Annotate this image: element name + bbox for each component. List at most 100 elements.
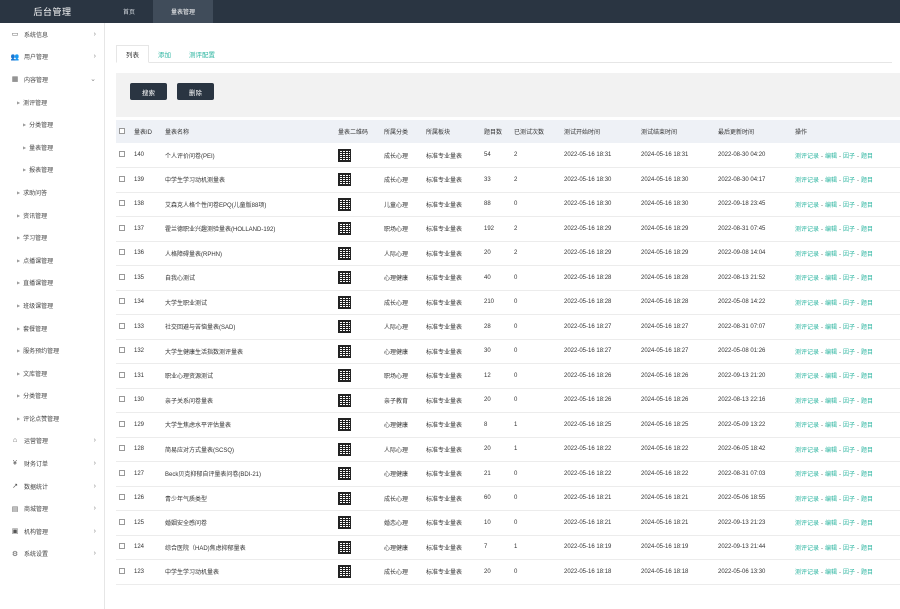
select-all-checkbox[interactable] [119, 127, 125, 134]
qr-code-icon[interactable] [338, 295, 351, 309]
sidebar-item-bottom-3[interactable]: ▤ 商城管理 › [0, 497, 104, 520]
questions-link[interactable]: 题目 [861, 472, 873, 478]
edit-link[interactable]: 编辑 [825, 154, 837, 160]
sidebar-item-bottom-0[interactable]: ⌂ 运营管理 › [0, 430, 104, 453]
sidebar-subitem-5[interactable]: ▶ 资讯管理 [0, 204, 104, 227]
sidebar-subitem-7[interactable]: ▶ 点播课管理 [0, 249, 104, 272]
factor-link[interactable]: 因子 [843, 521, 855, 527]
sidebar-subitem-14[interactable]: ▶ 评论点赞管理 [0, 407, 104, 430]
questions-link[interactable]: 题目 [861, 570, 873, 576]
row-checkbox[interactable] [119, 298, 125, 305]
questions-link[interactable]: 题目 [861, 276, 873, 282]
qr-code-icon[interactable] [338, 467, 351, 481]
questions-link[interactable]: 题目 [861, 399, 873, 405]
sidebar-subitem-10[interactable]: ▶ 套餐管理 [0, 317, 104, 340]
qr-code-icon[interactable] [338, 197, 351, 211]
qr-code-icon[interactable] [338, 442, 351, 456]
edit-link[interactable]: 编辑 [825, 178, 837, 184]
qr-code-icon[interactable] [338, 491, 351, 505]
sidebar-item-bottom-1[interactable]: ¥ 财务订单 › [0, 452, 104, 475]
sidebar-subitem-9[interactable]: ▶ 班级课管理 [0, 294, 104, 317]
sidebar-subitem-12[interactable]: ▶ 文库管理 [0, 362, 104, 385]
sidebar-subitem-13[interactable]: ▶ 分类管理 [0, 385, 104, 408]
row-checkbox[interactable] [119, 494, 125, 501]
questions-link[interactable]: 题目 [861, 227, 873, 233]
factor-link[interactable]: 因子 [843, 178, 855, 184]
factor-link[interactable]: 因子 [843, 423, 855, 429]
test-records-link[interactable]: 测评记录 [795, 154, 819, 160]
row-checkbox[interactable] [119, 200, 125, 207]
row-checkbox[interactable] [119, 175, 125, 182]
row-checkbox[interactable] [119, 273, 125, 280]
questions-link[interactable]: 题目 [861, 546, 873, 552]
edit-link[interactable]: 编辑 [825, 472, 837, 478]
test-records-link[interactable]: 测评记录 [795, 203, 819, 209]
qr-code-icon[interactable] [338, 344, 351, 358]
test-records-link[interactable]: 测评记录 [795, 448, 819, 454]
questions-link[interactable]: 题目 [861, 154, 873, 160]
qr-code-icon[interactable] [338, 418, 351, 432]
factor-link[interactable]: 因子 [843, 472, 855, 478]
questions-link[interactable]: 题目 [861, 423, 873, 429]
row-checkbox[interactable] [119, 445, 125, 452]
sidebar-subitem-0[interactable]: ▶ 测评管理 [0, 91, 104, 114]
sidebar-item-bottom-2[interactable]: ↗ 数据统计 › [0, 475, 104, 498]
row-checkbox[interactable] [119, 371, 125, 378]
factor-link[interactable]: 因子 [843, 399, 855, 405]
row-checkbox[interactable] [119, 151, 125, 157]
edit-link[interactable]: 编辑 [825, 227, 837, 233]
delete-button[interactable]: 删除 [177, 83, 214, 100]
edit-link[interactable]: 编辑 [825, 276, 837, 282]
row-checkbox[interactable] [119, 518, 125, 525]
factor-link[interactable]: 因子 [843, 252, 855, 258]
row-checkbox[interactable] [119, 224, 125, 231]
row-checkbox[interactable] [119, 347, 125, 354]
factor-link[interactable]: 因子 [843, 497, 855, 503]
test-records-link[interactable]: 测评记录 [795, 350, 819, 356]
row-checkbox[interactable] [119, 567, 125, 574]
edit-link[interactable]: 编辑 [825, 301, 837, 307]
test-records-link[interactable]: 测评记录 [795, 399, 819, 405]
top-tab-scale-management[interactable]: 量表管理 [153, 0, 214, 23]
edit-link[interactable]: 编辑 [825, 252, 837, 258]
sidebar-subitem-4[interactable]: ▶ 求助问答 [0, 181, 104, 204]
edit-link[interactable]: 编辑 [825, 203, 837, 209]
row-checkbox[interactable] [119, 420, 125, 427]
factor-link[interactable]: 因子 [843, 301, 855, 307]
sidebar-subitem-11[interactable]: ▶ 服务预约管理 [0, 339, 104, 362]
test-records-link[interactable]: 测评记录 [795, 301, 819, 307]
test-records-link[interactable]: 测评记录 [795, 521, 819, 527]
factor-link[interactable]: 因子 [843, 350, 855, 356]
test-records-link[interactable]: 测评记录 [795, 497, 819, 503]
row-checkbox[interactable] [119, 469, 125, 476]
sidebar-item-top-1[interactable]: 👥 用户管理 › [0, 46, 104, 69]
sidebar-subitem-3[interactable]: ▶ 报表管理 [0, 159, 104, 182]
test-records-link[interactable]: 测评记录 [795, 546, 819, 552]
row-checkbox[interactable] [119, 396, 125, 403]
test-records-link[interactable]: 测评记录 [795, 252, 819, 258]
edit-link[interactable]: 编辑 [825, 350, 837, 356]
test-records-link[interactable]: 测评记录 [795, 423, 819, 429]
questions-link[interactable]: 题目 [861, 301, 873, 307]
test-records-link[interactable]: 测评记录 [795, 227, 819, 233]
sidebar-subitem-6[interactable]: ▶ 学习管理 [0, 226, 104, 249]
factor-link[interactable]: 因子 [843, 570, 855, 576]
test-records-link[interactable]: 测评记录 [795, 570, 819, 576]
edit-link[interactable]: 编辑 [825, 325, 837, 331]
sidebar-item-bottom-5[interactable]: ⚙ 系统设置 › [0, 543, 104, 566]
tab-add[interactable]: 添加 [149, 45, 180, 62]
qr-code-icon[interactable] [338, 148, 351, 162]
sidebar-subitem-8[interactable]: ▶ 直播课管理 [0, 272, 104, 295]
questions-link[interactable]: 题目 [861, 252, 873, 258]
questions-link[interactable]: 题目 [861, 325, 873, 331]
factor-link[interactable]: 因子 [843, 374, 855, 380]
edit-link[interactable]: 编辑 [825, 521, 837, 527]
questions-link[interactable]: 题目 [861, 448, 873, 454]
factor-link[interactable]: 因子 [843, 227, 855, 233]
factor-link[interactable]: 因子 [843, 546, 855, 552]
edit-link[interactable]: 编辑 [825, 374, 837, 380]
questions-link[interactable]: 题目 [861, 521, 873, 527]
search-button[interactable]: 搜索 [130, 83, 167, 100]
questions-link[interactable]: 题目 [861, 203, 873, 209]
edit-link[interactable]: 编辑 [825, 399, 837, 405]
